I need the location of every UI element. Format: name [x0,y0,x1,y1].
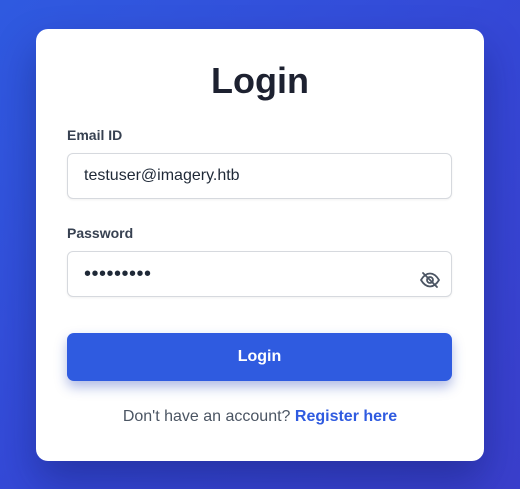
login-button[interactable]: Login [67,333,452,381]
password-value: ••••••••• [84,263,152,285]
eye-off-icon[interactable] [419,270,441,290]
register-link[interactable]: Register here [295,408,397,425]
email-value: testuser@imagery.htb [84,167,240,184]
password-label: Password [67,225,134,241]
password-field[interactable]: ••••••••• [67,251,452,297]
email-label: Email ID [67,127,123,143]
register-prompt-text: Don't have an account? [122,408,291,425]
email-field[interactable]: testuser@imagery.htb [67,153,452,199]
register-prompt: Don't have an account? Register here [36,407,484,427]
page-title: Login [211,60,309,101]
login-card: Login Email ID testuser@imagery.htb Pass… [36,29,484,461]
